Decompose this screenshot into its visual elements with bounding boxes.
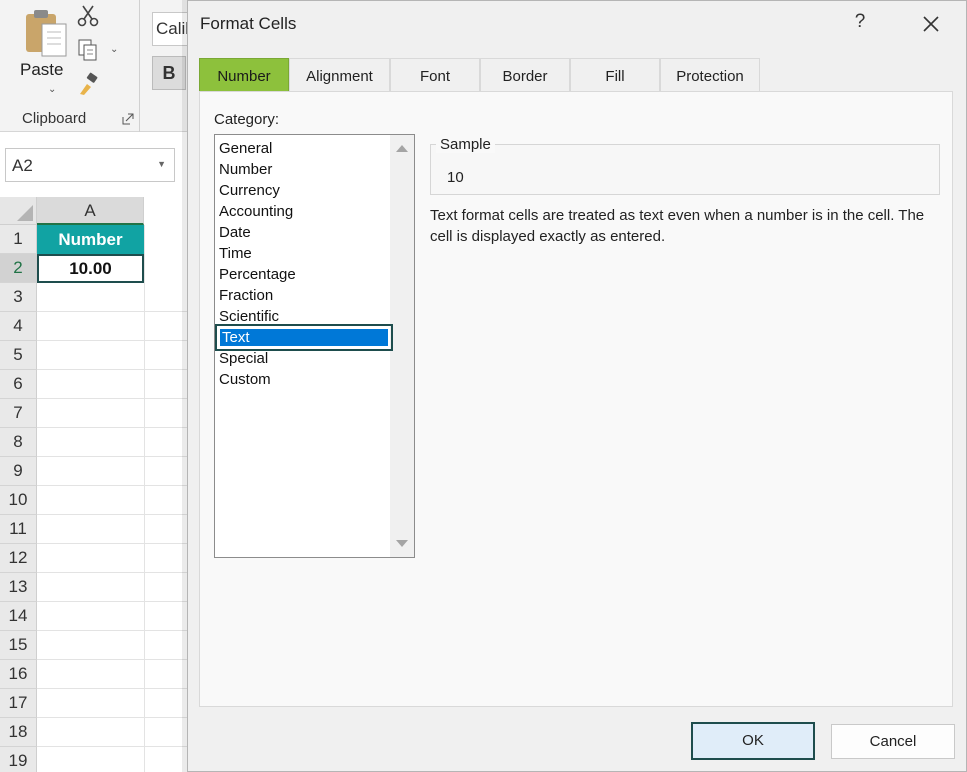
- number-tab-panel: Category: General Number Currency Accountin…: [199, 91, 953, 707]
- selection-highlight: Text: [220, 329, 388, 346]
- format-description: Text format cells are treated as text ev…: [430, 207, 925, 245]
- row-header[interactable]: 4: [0, 312, 37, 341]
- row-headers: 1 2 3 4 5 6 7 8 9 10 11 12 13 14 15 16 17 18 19: [0, 225, 37, 772]
- row-header[interactable]: 19: [0, 747, 37, 772]
- category-item[interactable]: Accounting: [219, 201, 293, 222]
- scissors-icon[interactable]: [76, 4, 100, 28]
- scroll-up-icon[interactable]: [396, 145, 408, 152]
- row-header[interactable]: 9: [0, 457, 37, 486]
- copy-icon[interactable]: [76, 38, 100, 62]
- format-cells-dialog: Format Cells ? Number Alignment Font Bor…: [187, 0, 967, 772]
- tab-protection[interactable]: Protection: [660, 58, 760, 91]
- category-item[interactable]: Date: [219, 222, 251, 243]
- row-header[interactable]: 11: [0, 515, 37, 544]
- category-item[interactable]: Time: [219, 243, 252, 264]
- grid-lines: [37, 283, 190, 772]
- sample-label: Sample: [436, 136, 495, 153]
- chevron-down-icon[interactable]: ⌄: [110, 44, 118, 55]
- clipboard-group-label: Clipboard: [22, 110, 87, 127]
- category-item[interactable]: Custom: [219, 369, 271, 390]
- name-box-value: A2: [12, 156, 33, 175]
- clipboard-icon: [26, 10, 67, 57]
- sample-box: 10: [430, 144, 940, 195]
- row-header[interactable]: 15: [0, 631, 37, 660]
- cell-a2[interactable]: 10.00: [37, 254, 144, 283]
- row-header[interactable]: 13: [0, 573, 37, 602]
- row-header[interactable]: 17: [0, 689, 37, 718]
- dialog-title: Format Cells: [200, 14, 297, 33]
- row-header[interactable]: 6: [0, 370, 37, 399]
- select-all-corner[interactable]: [0, 197, 37, 225]
- tab-number[interactable]: Number: [199, 58, 289, 91]
- category-item[interactable]: Number: [219, 159, 272, 180]
- row-header[interactable]: 12: [0, 544, 37, 573]
- category-item[interactable]: Currency: [219, 180, 280, 201]
- name-box[interactable]: A2 ▼: [5, 148, 175, 182]
- row-header[interactable]: 14: [0, 602, 37, 631]
- chevron-down-icon[interactable]: ▼: [157, 159, 166, 169]
- row-header[interactable]: 3: [0, 283, 37, 312]
- row-header[interactable]: 10: [0, 486, 37, 515]
- tab-alignment[interactable]: Alignment: [289, 58, 390, 91]
- paste-button[interactable]: Paste ⌄: [12, 4, 70, 96]
- row-header[interactable]: 5: [0, 341, 37, 370]
- tab-fill[interactable]: Fill: [570, 58, 660, 91]
- chevron-down-icon[interactable]: ⌄: [48, 84, 56, 95]
- category-list[interactable]: General Number Currency Accounting Date Time P…: [214, 134, 415, 558]
- row-header[interactable]: 16: [0, 660, 37, 689]
- row-header[interactable]: 7: [0, 399, 37, 428]
- category-scrollbar[interactable]: [390, 135, 414, 557]
- cancel-button[interactable]: Cancel: [831, 724, 955, 759]
- ok-button[interactable]: OK: [691, 722, 815, 760]
- sample-value: 10: [447, 169, 464, 186]
- format-painter-icon[interactable]: [76, 72, 100, 96]
- clipboard-group: Paste ⌄ ⌄ Clipboard: [0, 0, 140, 132]
- column-header-a[interactable]: A: [37, 197, 144, 225]
- row-header[interactable]: 8: [0, 428, 37, 457]
- bold-button[interactable]: B: [152, 56, 186, 90]
- row-header[interactable]: 2: [0, 254, 37, 283]
- category-item-selected[interactable]: Text: [215, 324, 393, 351]
- tab-font[interactable]: Font: [390, 58, 480, 91]
- category-label: Category:: [214, 111, 280, 128]
- scroll-down-icon[interactable]: [396, 540, 408, 547]
- category-item[interactable]: Fraction: [219, 285, 273, 306]
- grid-vline: [144, 225, 145, 772]
- paste-label: Paste: [20, 60, 64, 79]
- category-item-label: Text: [222, 329, 250, 346]
- dialog-launcher-icon[interactable]: [122, 113, 134, 125]
- category-item[interactable]: Special: [219, 348, 268, 369]
- category-item[interactable]: Percentage: [219, 264, 296, 285]
- close-icon[interactable]: [916, 9, 946, 39]
- row-header[interactable]: 1: [0, 225, 37, 254]
- spreadsheet-grid: A 1 2 3 4 5 6 7 8 9 10 11 12 13 14 15 16 17 18 19 Number 1…: [0, 197, 190, 772]
- tab-border[interactable]: Border: [480, 58, 570, 91]
- cell-a1[interactable]: Number: [37, 225, 144, 254]
- category-item[interactable]: General: [219, 138, 272, 159]
- help-button[interactable]: ?: [848, 11, 872, 37]
- row-header[interactable]: 18: [0, 718, 37, 747]
